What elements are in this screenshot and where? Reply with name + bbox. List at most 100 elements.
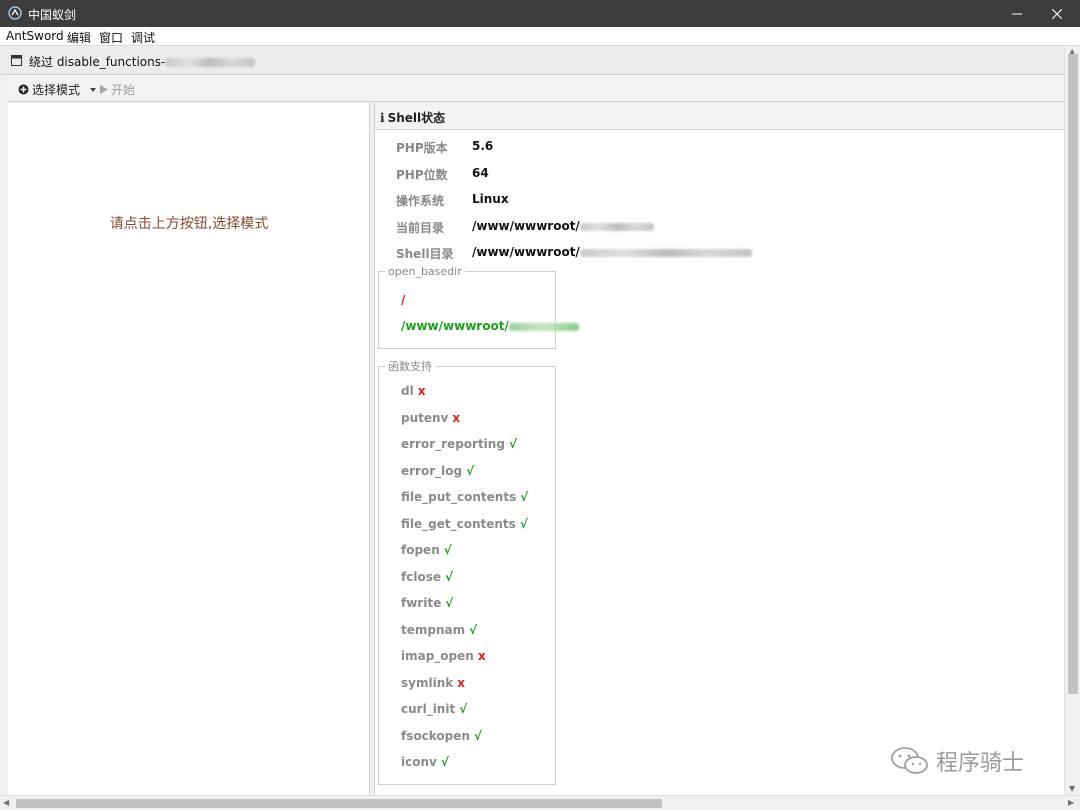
shell-status-header: i Shell状态	[375, 103, 1065, 130]
menu-bar: AntSword 编辑 窗口 调试	[0, 27, 1080, 46]
basedir-path: /www/wwwroot/	[401, 319, 579, 333]
info-icon: i	[380, 110, 385, 125]
function-name: putenv	[401, 411, 449, 425]
scroll-down-icon[interactable]: ▼	[1069, 784, 1075, 793]
horizontal-scroll-thumb[interactable]	[16, 799, 662, 808]
select-mode-label: 选择模式	[32, 83, 81, 97]
open-basedir-box: open_basedir	[378, 265, 556, 349]
supported-mark: √	[519, 517, 528, 531]
info-key: Shell目录	[396, 247, 454, 261]
close-icon	[1052, 8, 1062, 19]
unsupported-mark: x	[417, 384, 426, 398]
function-item: putenv x	[401, 411, 460, 425]
scroll-left-icon[interactable]: ◀	[3, 798, 9, 807]
info-key: 当前目录	[396, 221, 445, 235]
menu-antsword[interactable]: AntSword	[6, 29, 64, 43]
redacted-path	[579, 248, 752, 257]
info-key: PHP版本	[396, 141, 448, 155]
supported-mark: √	[520, 490, 529, 504]
function-name: imap_open	[401, 649, 474, 663]
vertical-scroll-thumb[interactable]	[1068, 54, 1078, 694]
shell-status-title: Shell状态	[387, 111, 446, 125]
menu-edit[interactable]: 编辑	[67, 29, 91, 46]
scroll-right-icon[interactable]: ▶	[1068, 798, 1074, 807]
function-item: imap_open x	[401, 649, 486, 663]
function-item: tempnam √	[401, 623, 477, 637]
supported-mark: √	[473, 729, 482, 743]
function-name: file_put_contents	[401, 490, 517, 504]
title-bar: 中国蚁剑	[0, 0, 1080, 27]
close-button[interactable]	[1034, 0, 1080, 27]
mode-hint: 请点击上方按钮,选择模式	[109, 216, 269, 232]
info-value-text: /www/wwwroot/	[472, 219, 580, 233]
function-name: error_reporting	[401, 437, 505, 451]
info-key: 操作系统	[396, 194, 445, 208]
play-icon	[100, 85, 108, 94]
redacted-path	[579, 222, 654, 231]
supported-mark: √	[440, 755, 449, 769]
function-support-legend: 函数支持	[388, 360, 432, 373]
unsupported-mark: x	[457, 676, 465, 690]
info-value-text: /www/wwwroot/	[472, 245, 580, 259]
plus-circle-icon	[18, 84, 29, 95]
menu-debug[interactable]: 调试	[131, 29, 155, 46]
function-name: fopen	[401, 543, 440, 557]
supported-mark: √	[444, 570, 453, 584]
function-item: fopen √	[401, 543, 452, 557]
function-item: fclose √	[401, 570, 453, 584]
supported-mark: √	[459, 702, 468, 716]
function-item: error_reporting √	[401, 437, 517, 451]
mode-pane: 请点击上方按钮,选择模式	[8, 103, 370, 795]
function-name: dl	[401, 384, 414, 398]
function-name: symlink	[401, 676, 454, 690]
shell-status-pane: i Shell状态 PHP版本 5.6 PHP位数 64 操作系统 Linux …	[374, 103, 1065, 795]
function-item: iconv √	[401, 755, 449, 769]
function-item: curl_init √	[401, 702, 467, 716]
function-item: fwrite √	[401, 596, 453, 610]
panel-title[interactable]: 绕过 disable_functions-	[29, 53, 256, 70]
function-name: fsockopen	[401, 729, 470, 743]
unsupported-mark: x	[452, 411, 461, 425]
window-title: 中国蚁剑	[28, 8, 77, 22]
info-value: 5.6	[472, 139, 494, 153]
start-button[interactable]: 开始	[100, 81, 135, 98]
function-name: fclose	[401, 570, 441, 584]
window-icon	[11, 55, 22, 66]
function-item: file_put_contents √	[401, 490, 528, 504]
function-name: iconv	[401, 755, 437, 769]
supported-mark: √	[466, 464, 475, 478]
panel-tab-bar: 绕过 disable_functions-	[0, 47, 1064, 75]
function-item: fsockopen √	[401, 729, 482, 743]
redacted-path	[508, 322, 579, 331]
caret-down-icon	[90, 87, 97, 92]
supported-mark: √	[469, 623, 478, 637]
function-name: tempnam	[401, 623, 466, 637]
antsword-logo-icon	[8, 6, 22, 20]
function-name: file_get_contents	[401, 517, 516, 531]
function-item: error_log √	[401, 464, 474, 478]
supported-mark: √	[443, 543, 452, 557]
supported-mark: √	[508, 437, 517, 451]
function-item: dl x	[401, 384, 425, 398]
supported-mark: √	[445, 596, 454, 610]
function-name: fwrite	[401, 596, 442, 610]
info-value: /www/wwwroot/	[472, 245, 752, 259]
wechat-icon	[891, 747, 928, 774]
watermark: 程序骑士	[890, 745, 1024, 777]
menu-window[interactable]: 窗口	[99, 29, 123, 46]
vertical-scrollbar[interactable]: ▲ ▼	[1064, 47, 1080, 795]
select-mode-button[interactable]: 选择模式	[18, 81, 99, 98]
start-label: 开始	[111, 83, 136, 97]
function-item: file_get_contents √	[401, 517, 528, 531]
unsupported-mark: x	[477, 649, 486, 663]
info-value: 64	[472, 166, 489, 180]
toolbar: 选择模式 开始	[8, 75, 1064, 102]
redacted-target	[165, 58, 256, 67]
watermark-text: 程序骑士	[936, 751, 1025, 776]
panel-title-text: 绕过 disable_functions-	[29, 55, 166, 69]
horizontal-scrollbar[interactable]: ◀ ▶	[0, 795, 1080, 810]
basedir-root: /	[401, 293, 406, 307]
function-name: curl_init	[401, 702, 456, 716]
function-item: symlink x	[401, 676, 465, 690]
function-name: error_log	[401, 464, 463, 478]
